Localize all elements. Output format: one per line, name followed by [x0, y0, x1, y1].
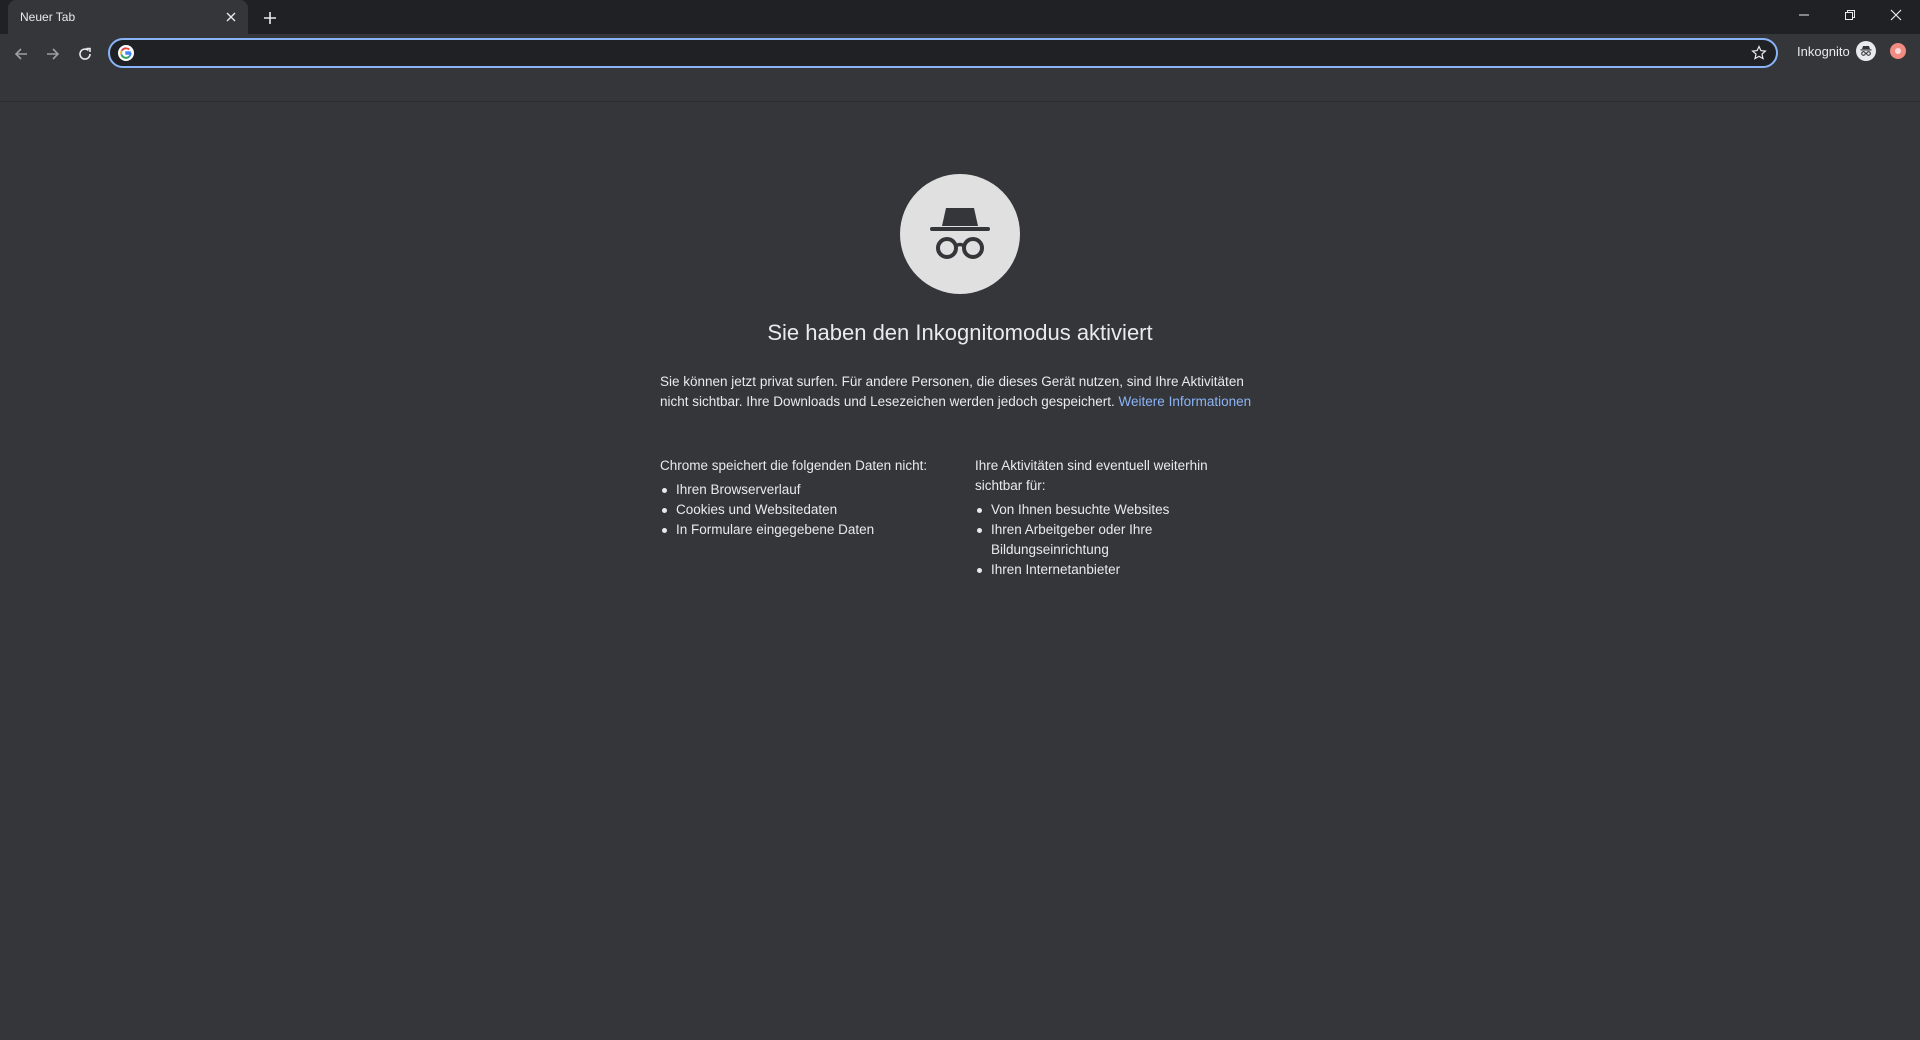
incognito-page: Sie haben den Inkognitomodus aktiviert S…	[0, 102, 1920, 1040]
not-saved-title: Chrome speichert die folgenden Daten nic…	[660, 458, 928, 473]
minimize-button[interactable]	[1781, 0, 1827, 30]
google-icon	[118, 45, 134, 61]
new-tab-button[interactable]	[258, 6, 282, 30]
plus-icon	[264, 12, 276, 24]
still-visible-title: Ihre Aktivitäten sind eventuell weiterhi…	[975, 458, 1208, 493]
still-visible-list: Von Ihnen besuchte Websites Ihren Arbeit…	[975, 500, 1245, 580]
not-saved-list: Ihren Browserverlauf Cookies und Website…	[660, 480, 960, 540]
list-item: Ihren Internetanbieter	[975, 560, 1245, 580]
restore-button[interactable]	[1827, 0, 1873, 30]
omnibox[interactable]	[108, 38, 1778, 68]
restore-icon	[1845, 10, 1855, 20]
address-input[interactable]	[140, 42, 1720, 64]
reload-button[interactable]	[71, 40, 99, 68]
arrow-right-icon	[47, 48, 60, 60]
back-button[interactable]	[7, 40, 35, 68]
intro-paragraph: Sie können jetzt privat surfen. Für ande…	[660, 372, 1260, 412]
list-item: In Formulare eingegebene Daten	[660, 520, 960, 540]
close-icon	[1890, 9, 1902, 21]
incognito-icon[interactable]	[1856, 41, 1876, 61]
list-item: Ihren Browserverlauf	[660, 480, 960, 500]
close-window-button[interactable]	[1873, 0, 1919, 30]
list-item: Cookies und Websitedaten	[660, 500, 960, 520]
tab-strip: Neuer Tab	[0, 0, 1920, 34]
incognito-hero-icon	[900, 174, 1020, 294]
list-item: Ihren Arbeitgeber oder Ihre Bildungseinr…	[975, 520, 1245, 560]
toolbar: Inkognito	[0, 34, 1920, 102]
reload-icon	[79, 47, 91, 60]
not-saved-column: Chrome speichert die folgenden Daten nic…	[660, 456, 960, 540]
still-visible-column: Ihre Aktivitäten sind eventuell weiterhi…	[975, 456, 1245, 580]
minimize-icon	[1799, 14, 1809, 16]
learn-more-link[interactable]: Weitere Informationen	[1119, 394, 1252, 409]
list-item: Von Ihnen besuchte Websites	[975, 500, 1245, 520]
tab-new-tab[interactable]: Neuer Tab	[8, 0, 248, 34]
bookmark-star-icon[interactable]	[1750, 44, 1768, 62]
tab-close-icon[interactable]	[222, 8, 240, 26]
tab-title: Neuer Tab	[20, 10, 76, 24]
arrow-left-icon	[14, 48, 27, 60]
page-heading: Sie haben den Inkognitomodus aktiviert	[767, 320, 1153, 345]
incognito-label[interactable]: Inkognito	[1797, 44, 1850, 59]
forward-button[interactable]	[39, 40, 67, 68]
extension-icon[interactable]	[1890, 43, 1906, 59]
